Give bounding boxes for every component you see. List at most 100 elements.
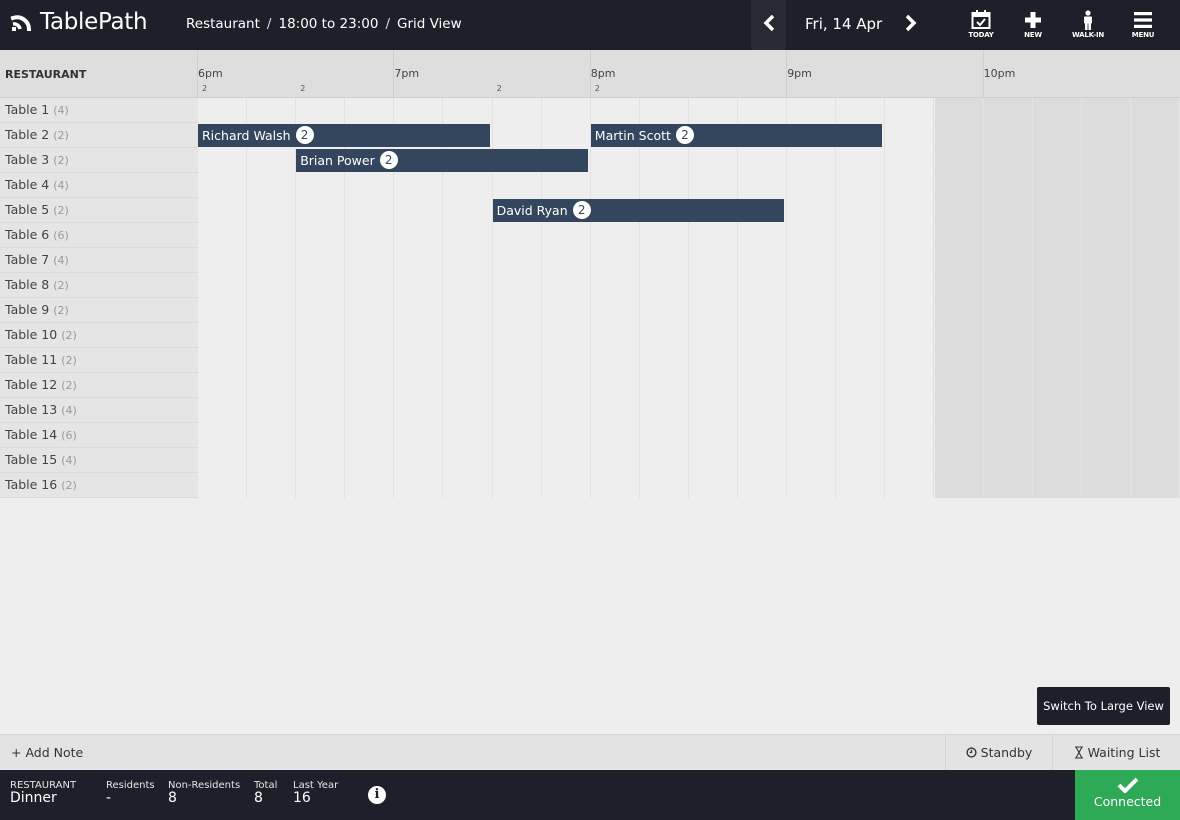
time-slot[interactable] [492, 373, 542, 398]
time-slot[interactable] [639, 173, 689, 198]
time-slot[interactable] [738, 398, 788, 423]
time-slot[interactable] [689, 298, 739, 323]
time-slot[interactable] [443, 248, 493, 273]
time-slot[interactable] [296, 298, 346, 323]
booking-block[interactable]: Martin Scott 2 [590, 124, 883, 147]
time-slot[interactable] [639, 98, 689, 123]
time-slot[interactable] [394, 473, 444, 498]
time-slot[interactable] [885, 448, 935, 473]
time-slot[interactable] [738, 248, 788, 273]
table-label[interactable]: Table 11 (2) [0, 348, 198, 373]
time-slot[interactable] [443, 448, 493, 473]
time-slot[interactable] [836, 448, 886, 473]
time-slot[interactable] [541, 473, 591, 498]
time-slot[interactable] [345, 173, 395, 198]
time-slot[interactable] [345, 423, 395, 448]
time-slot[interactable] [247, 198, 297, 223]
time-slot[interactable] [247, 323, 297, 348]
time-slot[interactable] [443, 98, 493, 123]
table-label[interactable]: Table 7 (4) [0, 248, 198, 273]
time-slot[interactable] [296, 398, 346, 423]
time-slot[interactable] [590, 273, 640, 298]
breadcrumb-item-venue[interactable]: Restaurant [186, 16, 260, 32]
time-slot[interactable] [394, 248, 444, 273]
time-slot[interactable] [738, 298, 788, 323]
time-slot[interactable] [885, 273, 935, 298]
time-slot[interactable] [247, 148, 297, 173]
time-slot[interactable] [590, 423, 640, 448]
time-slot[interactable] [885, 223, 935, 248]
time-slot[interactable] [492, 473, 542, 498]
time-slot[interactable] [689, 323, 739, 348]
time-slot[interactable] [492, 398, 542, 423]
time-slot[interactable] [787, 348, 837, 373]
time-slot[interactable] [492, 123, 542, 148]
time-slot[interactable] [836, 98, 886, 123]
current-date[interactable]: Fri, 14 Apr [805, 15, 882, 33]
time-slot[interactable] [443, 373, 493, 398]
time-slot[interactable] [738, 448, 788, 473]
time-slot[interactable] [836, 348, 886, 373]
time-slot[interactable] [394, 323, 444, 348]
time-slot[interactable] [198, 473, 248, 498]
time-slot[interactable] [198, 148, 248, 173]
time-slot[interactable] [541, 248, 591, 273]
table-label[interactable]: Table 14 (6) [0, 423, 198, 448]
time-slot[interactable] [836, 223, 886, 248]
time-slot[interactable] [689, 173, 739, 198]
time-slot[interactable] [787, 98, 837, 123]
time-slot[interactable] [590, 248, 640, 273]
time-slot[interactable] [394, 398, 444, 423]
time-slot[interactable] [639, 148, 689, 173]
time-slot[interactable] [247, 423, 297, 448]
time-slot[interactable] [443, 173, 493, 198]
previous-day-button[interactable] [751, 0, 786, 50]
time-slot[interactable] [689, 98, 739, 123]
time-slot[interactable] [296, 273, 346, 298]
waiting-list-button[interactable]: Waiting List [1054, 735, 1180, 771]
time-slot[interactable] [296, 323, 346, 348]
time-slot[interactable] [296, 223, 346, 248]
time-slot[interactable] [247, 173, 297, 198]
time-slot[interactable] [639, 273, 689, 298]
time-slot[interactable] [590, 223, 640, 248]
time-slot[interactable] [492, 223, 542, 248]
time-slot[interactable] [394, 198, 444, 223]
time-slot[interactable] [639, 423, 689, 448]
time-slot[interactable] [247, 273, 297, 298]
time-slot[interactable] [885, 398, 935, 423]
time-slot[interactable] [689, 373, 739, 398]
time-slot[interactable] [443, 273, 493, 298]
today-button[interactable]: TODAY [956, 10, 1006, 44]
time-slot[interactable] [541, 448, 591, 473]
standby-button[interactable]: Standby [945, 735, 1053, 771]
time-slot[interactable] [689, 273, 739, 298]
time-slot[interactable] [689, 398, 739, 423]
time-slot[interactable] [787, 323, 837, 348]
time-slot[interactable] [198, 373, 248, 398]
time-slot[interactable] [394, 273, 444, 298]
time-slot[interactable] [296, 423, 346, 448]
table-label[interactable]: Table 9 (2) [0, 298, 198, 323]
time-slot[interactable] [787, 273, 837, 298]
time-slot[interactable] [247, 473, 297, 498]
time-slot[interactable] [492, 423, 542, 448]
time-slot[interactable] [247, 298, 297, 323]
time-slot[interactable] [296, 248, 346, 273]
time-slot[interactable] [639, 223, 689, 248]
time-slot[interactable] [198, 223, 248, 248]
time-slot[interactable] [639, 473, 689, 498]
time-slot[interactable] [590, 448, 640, 473]
time-slot[interactable] [738, 423, 788, 448]
time-slot[interactable] [639, 398, 689, 423]
breadcrumb-item-view[interactable]: Grid View [397, 16, 462, 32]
time-slot[interactable] [492, 323, 542, 348]
time-slot[interactable] [345, 473, 395, 498]
time-slot[interactable] [296, 373, 346, 398]
time-slot[interactable] [492, 173, 542, 198]
time-slot[interactable] [836, 273, 886, 298]
time-slot[interactable] [492, 348, 542, 373]
table-label[interactable]: Table 15 (4) [0, 448, 198, 473]
table-label[interactable]: Table 13 (4) [0, 398, 198, 423]
time-slot[interactable] [345, 223, 395, 248]
